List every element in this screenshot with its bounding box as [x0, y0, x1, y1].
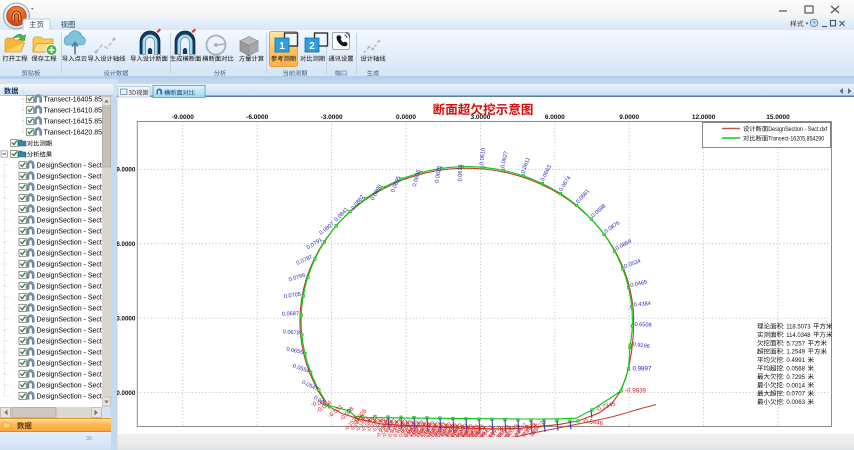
svg-text:: 0.0014: : 0.0014: [783, 382, 805, 389]
svg-text:Transect-16405.85: Transect-16405.85: [44, 97, 103, 104]
svg-text:DesignSection - Sect: DesignSection - Sect: [37, 317, 102, 324]
svg-text:DesignSection - Sect: DesignSection - Sect: [37, 185, 102, 192]
svg-text:DesignSection - Sect: DesignSection - Sect: [37, 295, 102, 302]
svg-text:3.0000: 3.0000: [117, 315, 136, 322]
svg-text:6.0000: 6.0000: [545, 114, 565, 121]
svg-text:0.6508: 0.6508: [634, 322, 651, 329]
svg-text:DesignSection - Sect: DesignSection - Sect: [37, 383, 102, 390]
svg-text:DesignSection - Sect: DesignSection - Sect: [37, 339, 102, 346]
svg-text:-3.0000: -3.0000: [321, 114, 343, 121]
svg-text:3.0000: 3.0000: [470, 114, 490, 121]
svg-text:: 114.0348: : 114.0348: [783, 332, 811, 339]
svg-text:15.0000: 15.0000: [766, 114, 790, 121]
svg-text:DesignSection - Sect.dxf: DesignSection - Sect.dxf: [768, 127, 827, 133]
svg-text:DesignSection - Sect: DesignSection - Sect: [37, 240, 102, 247]
svg-text:DesignSection - Sect: DesignSection - Sect: [37, 196, 102, 203]
svg-text:6.0000: 6.0000: [117, 241, 136, 248]
svg-text:DesignSection - Sect: DesignSection - Sect: [37, 229, 102, 236]
svg-text:DesignSection - Sect: DesignSection - Sect: [37, 350, 102, 357]
svg-text:-6.0000: -6.0000: [246, 114, 268, 121]
svg-text:9.0000: 9.0000: [117, 167, 136, 174]
svg-text:DesignSection - Sect: DesignSection - Sect: [37, 174, 102, 181]
svg-text:12.0000: 12.0000: [692, 114, 716, 121]
svg-text:: 0.4991: : 0.4991: [783, 357, 805, 364]
svg-text:0.0616: 0.0616: [458, 164, 465, 181]
svg-text:DesignSection - Sect: DesignSection - Sect: [37, 328, 102, 335]
svg-text:DesignSection - Sect: DesignSection - Sect: [37, 163, 102, 170]
svg-text:DesignSection - Sect: DesignSection - Sect: [37, 262, 102, 269]
svg-text:0.9897: 0.9897: [633, 366, 652, 373]
svg-text:DesignSection - Sect: DesignSection - Sect: [37, 361, 102, 368]
svg-text:-0.9839: -0.9839: [625, 388, 647, 395]
svg-text:DesignSection - Sect: DesignSection - Sect: [37, 273, 102, 280]
svg-text:DesignSection - Sect: DesignSection - Sect: [37, 218, 102, 225]
svg-text:DesignSection - Sect: DesignSection - Sect: [37, 372, 102, 379]
svg-text:Transect-16415.85: Transect-16415.85: [44, 119, 103, 126]
svg-text:0.0000: 0.0000: [396, 114, 416, 121]
svg-text:0.0687: 0.0687: [282, 311, 299, 318]
svg-text:: 1.2549: : 1.2549: [783, 349, 805, 356]
svg-text:9.0000: 9.0000: [619, 114, 639, 121]
svg-text:: 118.5073: : 118.5073: [783, 324, 811, 331]
svg-text:-9.0000: -9.0000: [172, 114, 194, 121]
svg-text:: 5.7257: : 5.7257: [783, 340, 805, 347]
svg-text:DesignSection - Sect: DesignSection - Sect: [37, 207, 102, 214]
svg-text:Transect-16410.85: Transect-16410.85: [44, 108, 103, 115]
svg-text:: 0.0707: : 0.0707: [783, 391, 805, 398]
svg-text:: 0.0568: : 0.0568: [783, 366, 805, 373]
svg-text:: 0.0063: : 0.0063: [783, 399, 805, 406]
svg-text:DesignSection - Sect: DesignSection - Sect: [37, 394, 102, 401]
svg-text:DesignSection - Sect: DesignSection - Sect: [37, 306, 102, 313]
svg-text:DesignSection - Sect: DesignSection - Sect: [37, 284, 102, 291]
svg-text:?: ?: [812, 21, 815, 27]
svg-text:DesignSection - Sect: DesignSection - Sect: [37, 251, 102, 258]
svg-text:1: 1: [279, 41, 285, 52]
svg-text:2: 2: [309, 41, 315, 52]
svg-text:Transect-16420.85: Transect-16420.85: [44, 130, 103, 137]
svg-text:30: 30: [86, 436, 92, 442]
svg-text:: 0.7295: : 0.7295: [783, 374, 805, 381]
svg-text:0.0000: 0.0000: [117, 390, 136, 397]
svg-text:Transect-16205.854290: Transect-16205.854290: [768, 137, 825, 143]
